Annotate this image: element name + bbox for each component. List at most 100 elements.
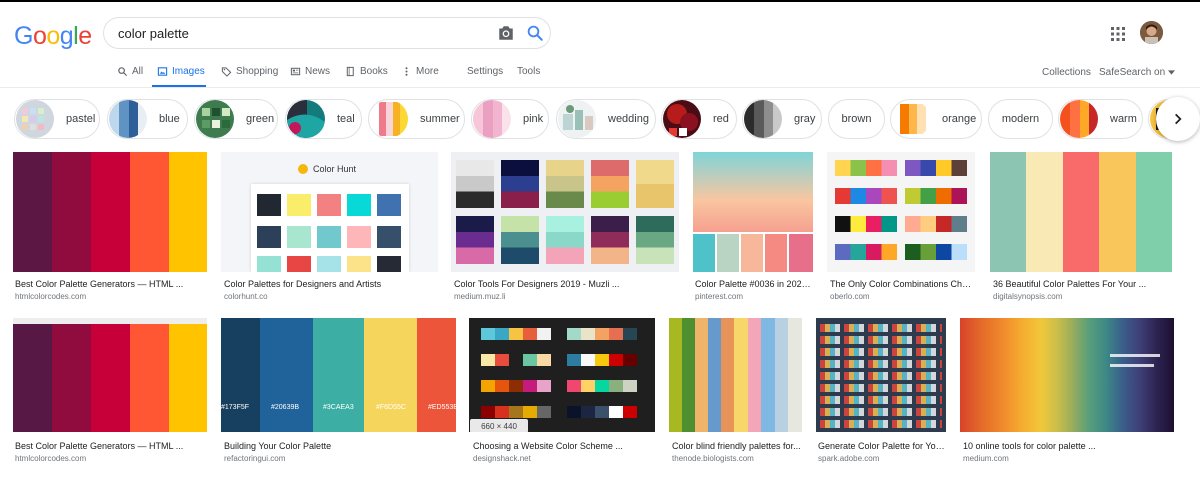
result-title[interactable]: Best Color Palette Generators — HTML ... (15, 279, 207, 289)
logo-letter: o (46, 22, 60, 50)
chip-modern[interactable]: modern (988, 99, 1053, 139)
safesearch-toggle[interactable]: SafeSearch on (1099, 67, 1175, 78)
chip-green[interactable]: green (194, 99, 278, 139)
result-thumbnail[interactable] (13, 152, 207, 272)
chip-orange[interactable]: orange (890, 99, 982, 139)
book-icon (346, 66, 354, 77)
result-source[interactable]: designshack.net (473, 454, 531, 463)
result-source[interactable]: htmlcolorcodes.com (15, 292, 86, 301)
chip-red[interactable]: red (661, 99, 737, 139)
tab-more[interactable]: More (401, 66, 439, 77)
tab-label: Images (172, 66, 205, 77)
chevron-right-icon (1175, 113, 1182, 125)
result-thumbnail[interactable] (13, 318, 207, 432)
result-thumbnail[interactable] (827, 152, 975, 272)
result-source[interactable]: refactoringui.com (224, 454, 285, 463)
chip-pastel[interactable]: pastel (14, 99, 100, 139)
result-source[interactable]: htmlcolorcodes.com (15, 454, 86, 463)
search-tabs: All Images Shopping News Books More Sett… (0, 60, 1200, 88)
chip-warm[interactable]: warm (1058, 99, 1143, 139)
result-title[interactable]: 10 online tools for color palette ... (963, 441, 1143, 451)
result-thumbnail[interactable]: Color Hunt (221, 152, 438, 272)
result-title[interactable]: Color blind friendly palettes for... (672, 441, 802, 451)
result-title[interactable]: The Only Color Combinations Chea... (830, 279, 975, 289)
chip-summer[interactable]: summer (368, 99, 465, 139)
image-result[interactable]: The Only Color Combinations Chea... ober… (827, 152, 975, 302)
result-thumbnail[interactable] (469, 318, 655, 432)
chip-label: summer (420, 113, 460, 125)
chip-teal[interactable]: teal (285, 99, 362, 139)
image-result[interactable]: 10 online tools for color palette ... me… (960, 318, 1174, 468)
chip-gray[interactable]: gray (742, 99, 822, 139)
logo-letter: G (14, 22, 33, 50)
image-result[interactable]: Color Hunt Color Palettes for Designers … (221, 152, 438, 302)
image-result[interactable]: #173F5F #20639B #3CAEA3 #F6D55C #ED553B … (221, 318, 456, 468)
search-icon (118, 67, 128, 77)
tab-label: Books (360, 66, 388, 77)
result-source[interactable]: digitalsynopsis.com (993, 292, 1062, 301)
chip-thumbnail (473, 100, 511, 138)
window-top-border (0, 0, 1200, 2)
camera-icon[interactable] (497, 25, 515, 41)
result-title[interactable]: Choosing a Website Color Scheme ... (473, 441, 655, 451)
result-thumbnail[interactable] (451, 152, 679, 272)
colorhunt-screenshot (251, 184, 409, 272)
result-title[interactable]: Color Tools For Designers 2019 - Muzli .… (454, 279, 679, 289)
colorhunt-logo-icon (298, 164, 308, 174)
result-title[interactable]: Building Your Color Palette (224, 441, 454, 451)
image-result[interactable]: Color Tools For Designers 2019 - Muzli .… (451, 152, 679, 302)
chip-wedding[interactable]: wedding (556, 99, 656, 139)
result-thumbnail[interactable]: #173F5F #20639B #3CAEA3 #F6D55C #ED553B (221, 318, 456, 432)
search-icon[interactable] (526, 24, 544, 42)
settings-link[interactable]: Settings (467, 66, 503, 77)
result-thumbnail[interactable] (816, 318, 946, 432)
google-logo[interactable]: Google (14, 22, 92, 51)
tab-shopping[interactable]: Shopping (221, 66, 278, 77)
result-source[interactable]: thenode.biologists.com (672, 454, 754, 463)
image-result[interactable]: Best Color Palette Generators — HTML ...… (13, 152, 207, 302)
chip-pink[interactable]: pink (471, 99, 549, 139)
image-result[interactable]: Choosing a Website Color Scheme ... desi… (469, 318, 655, 468)
result-title[interactable]: Generate Color Palette for You... (818, 441, 946, 451)
result-title[interactable]: Color Palette #0036 in 2020... (695, 279, 813, 289)
result-source[interactable]: colorhunt.co (224, 292, 268, 301)
image-result[interactable]: Generate Color Palette for You... spark.… (816, 318, 946, 468)
result-source[interactable]: pinterest.com (695, 292, 743, 301)
result-title[interactable]: Best Color Palette Generators — HTML ... (15, 441, 207, 451)
hex-label: #ED553B (428, 404, 456, 411)
tools-link[interactable]: Tools (517, 66, 540, 77)
chip-thumbnail (16, 100, 54, 138)
apps-grid-icon[interactable] (1111, 27, 1125, 41)
search-box[interactable] (103, 17, 551, 49)
tab-label: Tools (517, 66, 541, 77)
result-thumbnail[interactable] (669, 318, 802, 432)
chip-blue[interactable]: blue (107, 99, 188, 139)
tab-news[interactable]: News (290, 66, 330, 77)
result-title[interactable]: Color Palettes for Designers and Artists (224, 279, 438, 289)
image-result[interactable]: Color Palette #0036 in 2020... pinterest… (693, 152, 813, 302)
chip-brown[interactable]: brown (828, 99, 885, 139)
tab-label: Settings (467, 66, 504, 77)
search-input[interactable] (118, 23, 478, 43)
tab-books[interactable]: Books (345, 66, 388, 77)
palette-swatch (169, 152, 207, 272)
result-thumbnail[interactable] (693, 152, 813, 272)
result-source[interactable]: oberlo.com (830, 292, 870, 301)
collections-link[interactable]: Collections (1042, 67, 1091, 78)
account-avatar[interactable] (1140, 21, 1163, 44)
result-thumbnail[interactable] (960, 318, 1174, 432)
image-result[interactable]: 36 Beautiful Color Palettes For Your ...… (990, 152, 1172, 302)
result-source[interactable]: spark.adobe.com (818, 454, 879, 463)
chips-scroll-right-button[interactable] (1156, 97, 1200, 141)
chip-thumbnail (744, 100, 782, 138)
image-result[interactable]: Color blind friendly palettes for... the… (669, 318, 802, 468)
result-source[interactable]: medium.com (963, 454, 1009, 463)
result-thumbnail[interactable] (990, 152, 1172, 272)
result-title[interactable]: 36 Beautiful Color Palettes For Your ... (993, 279, 1153, 289)
image-result[interactable]: Best Color Palette Generators — HTML ...… (13, 318, 207, 468)
tab-label: More (416, 66, 439, 77)
result-source[interactable]: medium.muz.li (454, 292, 506, 301)
tab-images[interactable]: Images (157, 66, 205, 77)
colorhunt-wordmark: Color Hunt (313, 164, 357, 174)
tab-all[interactable]: All (117, 66, 143, 77)
